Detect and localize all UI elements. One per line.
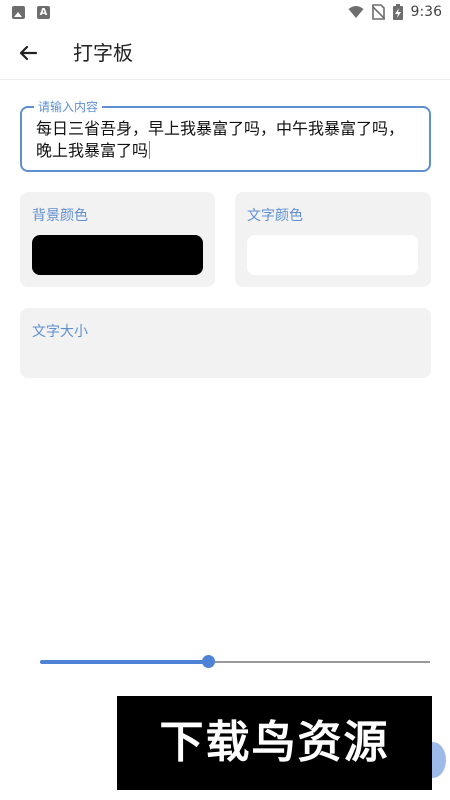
content-input-label: 请输入内容 xyxy=(34,99,103,115)
text-notification-icon: A xyxy=(37,6,50,19)
text-size-card: 文字大小 xyxy=(20,308,431,668)
text-size-label: 文字大小 xyxy=(32,324,88,340)
watermark-text: 下载鸟资源 xyxy=(159,717,390,768)
text-size-slider[interactable] xyxy=(40,655,430,668)
text-color-swatch[interactable] xyxy=(247,235,418,275)
wifi-icon xyxy=(348,6,364,18)
status-bar: A 9:36 xyxy=(0,0,450,26)
battery-charging-icon xyxy=(392,4,403,20)
page-title: 打字板 xyxy=(73,41,133,65)
slider-thumb[interactable] xyxy=(201,655,215,668)
app-bar: 打字板 xyxy=(0,26,450,80)
background-color-label: 背景颜色 xyxy=(32,208,88,224)
notification-icons: A xyxy=(12,6,50,19)
text-color-card[interactable]: 文字颜色 xyxy=(235,192,431,287)
text-caret xyxy=(149,141,151,159)
system-icons: 9:36 xyxy=(348,4,442,20)
image-notification-icon xyxy=(12,6,25,19)
back-button[interactable] xyxy=(14,39,42,67)
content-input[interactable]: 请输入内容 每日三省吾身，早上我暴富了吗，中午我暴富了吗，晚上我暴富了吗 xyxy=(20,99,431,172)
content-input-value[interactable]: 每日三省吾身，早上我暴富了吗，中午我暴富了吗，晚上我暴富了吗 xyxy=(36,118,419,162)
slider-fill xyxy=(40,660,208,664)
clock: 9:36 xyxy=(410,4,442,20)
no-sim-icon xyxy=(371,4,385,20)
background-color-swatch[interactable] xyxy=(32,235,203,275)
background-color-card[interactable]: 背景颜色 xyxy=(20,192,215,287)
arrow-left-icon xyxy=(19,45,38,61)
text-color-label: 文字颜色 xyxy=(247,208,303,224)
watermark-logo: 下载鸟资源 xyxy=(117,696,432,790)
